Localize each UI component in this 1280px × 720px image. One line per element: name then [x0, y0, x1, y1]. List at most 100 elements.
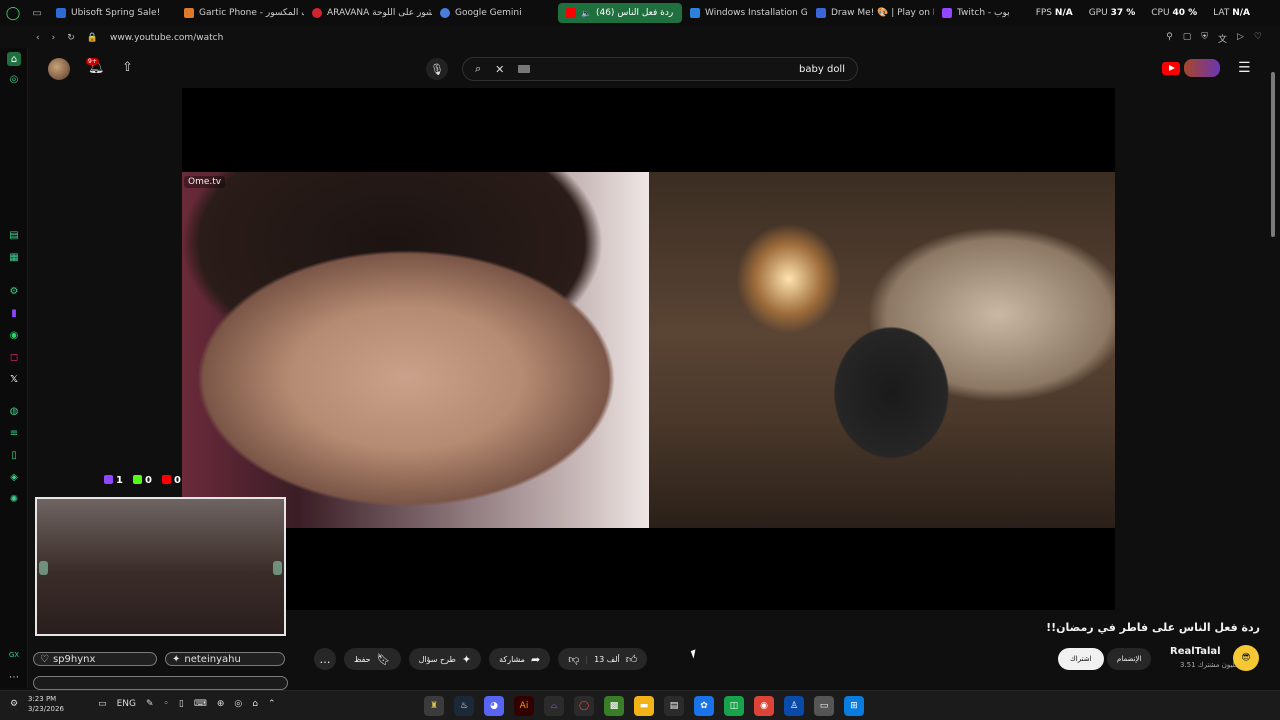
- url-field[interactable]: www.youtube.com/watch: [110, 33, 223, 43]
- pen-icon[interactable]: ✎: [146, 699, 154, 709]
- heart-icon[interactable]: ♡: [1254, 32, 1262, 45]
- share-button[interactable]: مشاركة ➦: [489, 648, 551, 670]
- mic-tray-icon[interactable]: ◦: [164, 699, 169, 709]
- keyboard-tray-icon[interactable]: ⌨: [194, 699, 207, 709]
- clipboard-icon[interactable]: ▯: [7, 448, 21, 462]
- keyboard-icon[interactable]: [518, 65, 531, 73]
- tab-overview-icon[interactable]: ▭: [26, 8, 48, 19]
- windows-start-icon[interactable]: ⊞: [844, 696, 864, 716]
- notification-badge: 9+: [86, 58, 99, 65]
- subscribe-button[interactable]: اشتراك: [1058, 648, 1104, 670]
- instagram-icon[interactable]: ◻: [7, 350, 21, 364]
- sidebar-settings-icon[interactable]: ✺: [7, 492, 21, 506]
- youtube-brand-wordmark[interactable]: [1184, 59, 1220, 77]
- gamepad-icon[interactable]: ◎: [7, 72, 21, 86]
- dislike-icon[interactable]: 👎︎: [568, 653, 579, 666]
- create-upload-icon[interactable]: ⇧: [122, 60, 133, 75]
- screenshot-icon[interactable]: ▢: [1183, 32, 1192, 45]
- resize-handle-left[interactable]: [39, 561, 48, 575]
- volume-icon[interactable]: ◎: [234, 699, 242, 709]
- battery-icon[interactable]: ▯: [179, 699, 184, 709]
- browser-logo-icon[interactable]: ◯: [0, 0, 26, 26]
- network-icon[interactable]: ⊕: [217, 699, 225, 709]
- search-input[interactable]: ⌕ ✕ baby doll: [462, 57, 858, 81]
- back-icon[interactable]: ‹: [36, 33, 40, 43]
- illustrator-icon[interactable]: Ai: [514, 696, 534, 716]
- bookmark-icon: 🔖︎: [376, 652, 391, 666]
- onedrive-icon[interactable]: ⌂: [252, 699, 258, 709]
- language-indicator[interactable]: ENG: [117, 699, 136, 709]
- bag-icon[interactable]: ▦: [7, 250, 21, 264]
- store-icon[interactable]: ▤: [664, 696, 684, 716]
- app-icon-1[interactable]: ♜: [424, 696, 444, 716]
- share-icon: ➦: [530, 652, 541, 666]
- tab-gemini[interactable]: Google Gemini: [432, 3, 558, 23]
- list-icon[interactable]: ≡: [7, 426, 21, 440]
- tab-draw-me[interactable]: Draw Me! 🎨 | Play on Ro: [808, 3, 934, 23]
- voice-search-icon[interactable]: 🎙︎: [426, 58, 448, 80]
- speaker-icon[interactable]: 🔈: [581, 9, 591, 18]
- stream-counters: 1 0 0: [104, 475, 181, 486]
- translate-icon[interactable]: 文: [1218, 32, 1227, 45]
- twitch-sidebar-icon[interactable]: ▮: [7, 306, 21, 320]
- clock-time: 3:23 PM: [28, 695, 57, 703]
- tab-label: Windows Installation Guid: [705, 8, 808, 18]
- clear-search-icon[interactable]: ✕: [495, 63, 504, 76]
- gx-icon[interactable]: GX: [7, 648, 21, 662]
- hamburger-menu-icon[interactable]: ☰: [1238, 60, 1251, 76]
- news-icon[interactable]: ▤: [7, 228, 21, 242]
- settings-tray-icon[interactable]: ⚙: [10, 699, 18, 709]
- tab-twitch[interactable]: Twitch - بوب: [934, 3, 1024, 23]
- app-icon-5[interactable]: ⌓: [544, 696, 564, 716]
- gemini-icon: [440, 8, 450, 18]
- app-icon-14[interactable]: ▭: [814, 696, 834, 716]
- display-icon[interactable]: ▭: [98, 699, 107, 709]
- copilot-icon[interactable]: ✿: [694, 696, 714, 716]
- tab-label: (46) ردة فعل الناس: [595, 8, 674, 18]
- save-button[interactable]: حفظ 🔖︎: [344, 648, 401, 670]
- channel-name[interactable]: RealTalal: [1170, 646, 1221, 657]
- play-icon[interactable]: ▷: [1237, 32, 1244, 45]
- ask-button[interactable]: طرح سؤال ✦: [408, 648, 482, 670]
- join-button[interactable]: الإنضمام: [1107, 648, 1152, 670]
- channel-avatar[interactable]: 😎: [1233, 645, 1259, 671]
- x-twitter-icon[interactable]: 𝕏: [7, 372, 21, 386]
- more-actions-icon[interactable]: …: [314, 648, 336, 670]
- more-icon[interactable]: ⋯: [7, 670, 21, 684]
- like-icon[interactable]: 👍︎: [626, 653, 638, 666]
- tab-pinterest[interactable]: ARAVANA مشور على اللوحة: [304, 3, 432, 23]
- shield-icon[interactable]: ⛨: [1201, 32, 1208, 45]
- roblox-icon: [816, 8, 826, 18]
- show-hidden-icons[interactable]: ⌃: [268, 699, 276, 709]
- reload-icon[interactable]: ↻: [67, 33, 75, 43]
- screen: ◯ ▭ Ubisoft Spring Sale! Gartic Phone - …: [0, 0, 1280, 720]
- account-avatar[interactable]: [48, 58, 70, 80]
- discord-icon[interactable]: ◕: [484, 696, 504, 716]
- page-scrollbar[interactable]: [1271, 72, 1275, 237]
- search-icon[interactable]: ⌕: [475, 62, 481, 76]
- opera-gx-icon[interactable]: ◯: [574, 696, 594, 716]
- tab-ubisoft[interactable]: Ubisoft Spring Sale!: [48, 3, 176, 23]
- forward-icon[interactable]: ›: [52, 33, 56, 43]
- settings-gear-icon[interactable]: ⚙: [7, 284, 21, 298]
- app-icon-11[interactable]: ◫: [724, 696, 744, 716]
- tab-gartic-phone[interactable]: Gartic Phone - الهاتف المكسور: [176, 3, 304, 23]
- extensions-icon[interactable]: ◈: [7, 470, 21, 484]
- tab-youtube-active[interactable]: 🔈 (46) ردة فعل الناس ✕: [558, 3, 682, 23]
- resize-handle-right[interactable]: [273, 561, 282, 575]
- steam-icon[interactable]: ♨: [454, 696, 474, 716]
- file-explorer-icon[interactable]: ▬: [634, 696, 654, 716]
- tab-windows-guide[interactable]: Windows Installation Guid: [682, 3, 808, 23]
- minecraft-icon[interactable]: ▩: [604, 696, 624, 716]
- whatsapp-icon[interactable]: ◉: [7, 328, 21, 342]
- like-dislike-group: 👎︎ | 13 ألف 👍︎: [558, 648, 648, 670]
- playstation-icon[interactable]: ♙: [784, 696, 804, 716]
- chrome-icon[interactable]: ◉: [754, 696, 774, 716]
- pin-icon[interactable]: ⚲: [1166, 32, 1173, 45]
- clock[interactable]: 3:23 PM 3/23/2026: [28, 694, 64, 714]
- webcam-overlay[interactable]: [35, 497, 286, 636]
- twitch-icon: [942, 8, 952, 18]
- home-icon[interactable]: ⌂: [7, 52, 21, 66]
- youtube-logo-icon[interactable]: [1162, 62, 1180, 75]
- music-icon[interactable]: ◍: [7, 404, 21, 418]
